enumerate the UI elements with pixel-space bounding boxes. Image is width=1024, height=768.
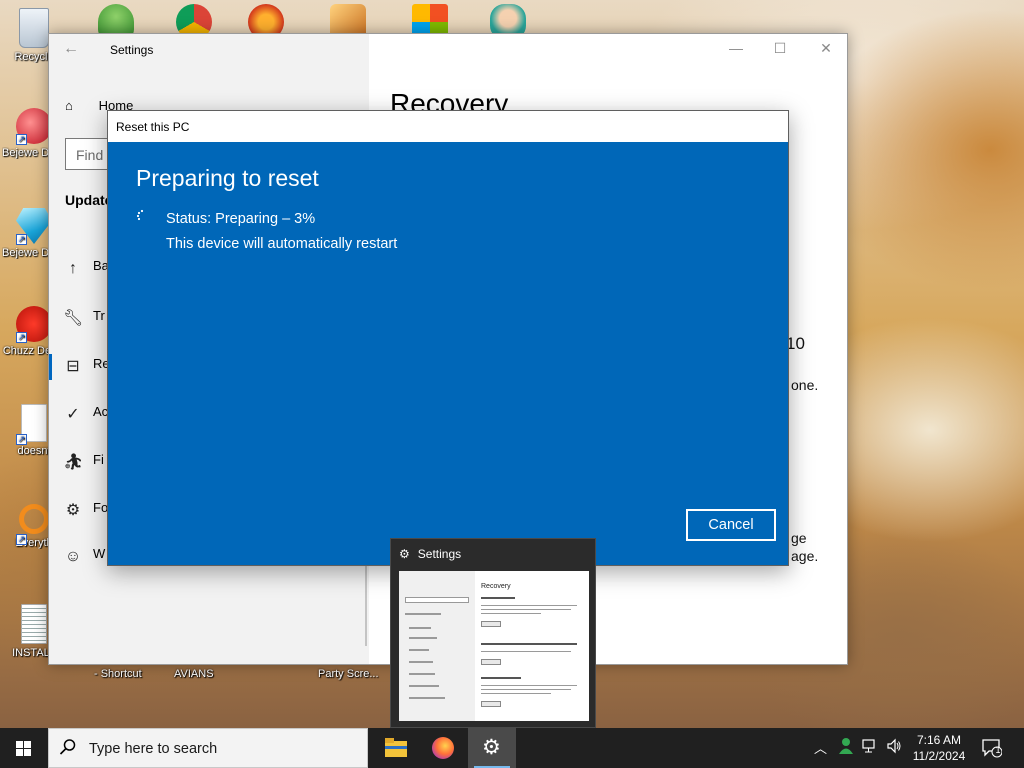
preview-line xyxy=(481,613,541,614)
search-placeholder: Type here to search xyxy=(89,741,218,757)
text-fragment: age. xyxy=(791,548,819,564)
preview-line xyxy=(409,661,433,663)
folder-icon xyxy=(385,738,407,757)
chevron-up-icon[interactable]: ︿ xyxy=(814,738,827,768)
recovery-icon: ⊟ xyxy=(66,358,80,375)
dialog-heading: Preparing to reset xyxy=(136,165,319,191)
minimize-button[interactable]: — xyxy=(725,40,747,56)
preview-button xyxy=(481,701,501,707)
back-arrow-icon[interactable]: ← xyxy=(63,40,79,58)
settings-title: Settings xyxy=(110,43,154,57)
desktop-label-shortcut[interactable]: - Shortcut xyxy=(94,668,142,680)
active-indicator xyxy=(49,354,52,380)
taskbar: Type here to search ⚙ ︿ 7:16 AM 11/2/202… xyxy=(0,728,1024,768)
shortcut-arrow-icon: ↗ xyxy=(16,332,27,343)
clock-time: 7:16 AM xyxy=(916,733,962,747)
preview-line xyxy=(409,637,437,639)
taskbar-file-explorer[interactable] xyxy=(372,728,420,768)
person-icon: ⛹︎ xyxy=(63,454,84,471)
thumbnail-title: ⚙ Settings xyxy=(399,547,462,561)
close-button[interactable]: ✕ xyxy=(815,40,837,57)
find-placeholder: Find xyxy=(76,147,104,163)
gear-icon: ⚙ xyxy=(399,547,410,561)
preview-line xyxy=(481,651,571,652)
recycle-bin-icon xyxy=(19,8,49,48)
taskbar-settings[interactable]: ⚙ xyxy=(468,728,516,768)
cat-icon: ☺︎ xyxy=(64,548,82,565)
dialog-titlebar[interactable]: Reset this PC xyxy=(108,111,788,142)
notification-count: 1 xyxy=(995,745,1001,755)
restart-note: This device will automatically restart xyxy=(166,236,398,252)
desktop-label-party-screen[interactable]: Party Scre... xyxy=(318,668,379,680)
wrench-icon: 🔧︎ xyxy=(63,310,84,327)
preview-line xyxy=(481,609,571,610)
backup-arrow-icon: ↑ xyxy=(69,260,77,277)
preview-button xyxy=(481,659,501,665)
network-icon[interactable] xyxy=(862,738,878,768)
text-fragment: ge xyxy=(791,530,807,546)
preview-search-box xyxy=(405,597,469,603)
firefox-icon xyxy=(432,737,454,759)
start-button[interactable] xyxy=(0,728,48,768)
everything-search-icon xyxy=(19,504,49,534)
reset-status: Status: Preparing – 3% xyxy=(166,211,316,227)
home-icon: ⌂ xyxy=(65,98,73,113)
preview-line xyxy=(409,697,445,699)
cancel-button[interactable]: Cancel xyxy=(686,509,776,541)
user-tray-icon[interactable] xyxy=(838,737,854,768)
preview-line xyxy=(481,693,551,694)
preview-line xyxy=(481,597,515,599)
preview-line xyxy=(409,627,431,629)
shortcut-arrow-icon: ↗ xyxy=(16,134,27,145)
taskbar-search-box[interactable]: Type here to search xyxy=(48,728,368,768)
preview-line xyxy=(481,677,521,679)
shortcut-arrow-icon: ↗ xyxy=(16,534,27,545)
preview-line xyxy=(481,605,577,606)
text-fragment: one. xyxy=(791,377,819,393)
notification-center-button[interactable]: 1 xyxy=(980,736,1006,760)
clock[interactable]: 7:16 AM 11/2/2024 xyxy=(908,732,970,764)
preview-line xyxy=(409,685,439,687)
windows-logo-icon xyxy=(16,741,31,756)
preview-line xyxy=(409,649,429,651)
search-icon xyxy=(59,738,77,761)
developer-icon: ⚙︎ xyxy=(65,502,81,519)
taskbar-thumbnail[interactable]: ⚙ Settings Recovery xyxy=(390,538,596,728)
settings-titlebar[interactable]: ← Settings — ☐ ✕ xyxy=(49,34,847,66)
preview-line xyxy=(481,685,577,686)
gear-icon: ⚙ xyxy=(482,736,501,759)
taskbar-firefox[interactable] xyxy=(420,728,468,768)
preview-title: Recovery xyxy=(481,583,511,590)
desktop-label-avians[interactable]: AVIANS xyxy=(174,668,214,680)
reset-pc-dialog: Reset this PC Preparing to reset Status:… xyxy=(107,110,789,566)
volume-icon[interactable] xyxy=(886,738,902,768)
preview-line xyxy=(405,613,441,615)
preview-line xyxy=(481,689,571,690)
preview-button xyxy=(481,621,501,627)
preview-line xyxy=(481,643,577,645)
install-text-icon xyxy=(21,604,47,644)
thumbnail-preview: Recovery xyxy=(399,571,589,721)
shortcut-arrow-icon: ↗ xyxy=(16,434,27,445)
spinner-icon xyxy=(136,209,148,223)
shortcut-arrow-icon: ↗ xyxy=(16,234,27,245)
dialog-title: Reset this PC xyxy=(116,120,190,134)
maximize-button[interactable]: ☐ xyxy=(769,40,791,57)
preview-line xyxy=(409,673,435,675)
clock-date: 11/2/2024 xyxy=(912,749,966,763)
sidebar-section-title: Update xyxy=(65,192,113,208)
check-circle-icon: ✓ xyxy=(66,406,80,423)
